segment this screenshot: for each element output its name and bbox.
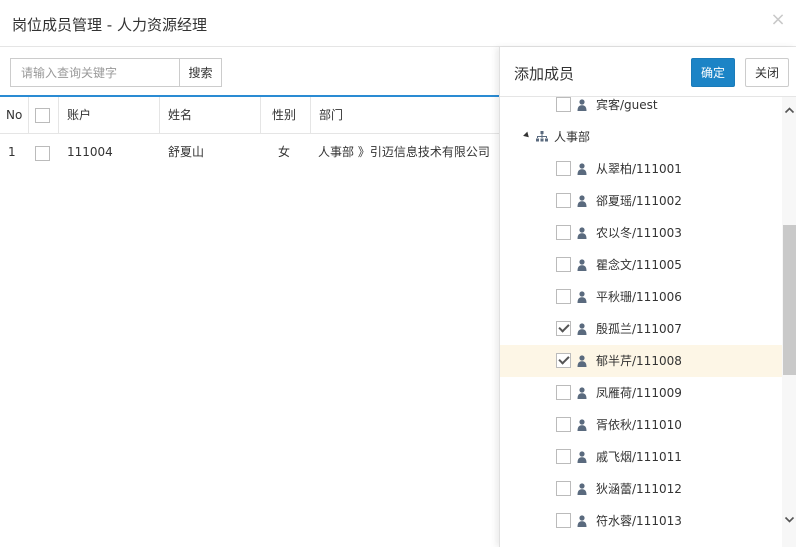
user-icon: [577, 515, 587, 527]
column-header-gender: 性别: [260, 97, 310, 134]
add-member-panel: 添加成员 确定 关闭 宾客/guest 人事部从翠柏/111001 郤夏瑶/1110…: [499, 47, 796, 547]
tree-user-node[interactable]: 从翠柏/111001: [500, 153, 782, 185]
user-icon: [577, 451, 587, 463]
search-input[interactable]: [10, 58, 179, 87]
search-button[interactable]: 搜索: [179, 58, 222, 87]
column-header-select: [28, 97, 58, 134]
row-department: 人事部 》引迈信息技术有限公司: [318, 145, 490, 159]
scrollbar-thumb[interactable]: [783, 225, 796, 375]
member-checkbox[interactable]: [556, 321, 571, 336]
member-checkbox[interactable]: [556, 193, 571, 208]
tree-user-node[interactable]: 宾客/guest: [500, 97, 782, 121]
row-checkbox-cell: [35, 135, 50, 171]
row-account: 111004: [67, 145, 113, 159]
member-checkbox[interactable]: [556, 385, 571, 400]
member-label: 戚飞烟/111011: [596, 450, 682, 464]
user-icon: [577, 355, 587, 367]
member-label: 从翠柏/111001: [596, 162, 682, 176]
user-icon: [577, 483, 587, 495]
member-checkbox[interactable]: [556, 225, 571, 240]
row-gender: 女: [278, 145, 291, 159]
member-checkbox[interactable]: [556, 417, 571, 432]
member-label: 瞿念文/111005: [596, 258, 682, 272]
member-label: 符水蓉/111013: [596, 514, 682, 528]
member-checkbox[interactable]: [556, 449, 571, 464]
member-label: 殷孤兰/111007: [596, 322, 682, 336]
tree-user-node[interactable]: 郁半芹/111008: [500, 345, 782, 377]
user-icon: [577, 291, 587, 303]
tree-user-node[interactable]: 凤雁荷/111009: [500, 377, 782, 409]
member-label: 凤雁荷/111009: [596, 386, 682, 400]
user-icon: [577, 387, 587, 399]
dialog-title: 岗位成员管理 - 人力资源经理: [12, 16, 207, 34]
tree-scrollbar[interactable]: [782, 97, 796, 547]
chevron-down-icon[interactable]: [784, 514, 795, 525]
member-checkbox[interactable]: [556, 97, 571, 112]
org-icon: [536, 131, 548, 142]
member-label: 胥依秋/111010: [596, 418, 682, 432]
member-label: 郁半芹/111008: [596, 354, 682, 368]
member-checkbox[interactable]: [556, 513, 571, 528]
caret-down-icon[interactable]: [523, 131, 531, 140]
confirm-button[interactable]: 确定: [691, 58, 735, 87]
member-tree: 宾客/guest 人事部从翠柏/111001 郤夏瑶/111002 农以冬/11100…: [500, 97, 782, 547]
user-icon: [577, 99, 587, 111]
column-header-department: 部门: [310, 97, 499, 134]
member-label: 平秋珊/111006: [596, 290, 682, 304]
select-all-checkbox[interactable]: [35, 108, 50, 123]
member-checkbox[interactable]: [556, 161, 571, 176]
row-name: 舒夏山: [168, 145, 205, 159]
member-checkbox[interactable]: [556, 353, 571, 368]
tree-department-node[interactable]: 人事部: [500, 121, 782, 153]
user-icon: [577, 163, 587, 175]
user-icon: [577, 195, 587, 207]
table-header: No 账户 姓名 性别 部门: [0, 97, 499, 134]
table-row[interactable]: 1 111004 舒夏山 女 人事部 》引迈信息技术有限公司: [0, 134, 499, 170]
column-header-account: 账户: [58, 97, 159, 134]
member-label: 宾客/guest: [596, 98, 658, 112]
dialog-title-bar: 岗位成员管理 - 人力资源经理 ×: [0, 0, 796, 47]
member-label: 农以冬/111003: [596, 226, 682, 240]
tree-user-node[interactable]: 戚飞烟/111011: [500, 441, 782, 473]
chevron-up-icon[interactable]: [784, 105, 795, 116]
column-header-no: No: [6, 108, 23, 122]
member-label: 狄涵蕾/111012: [596, 482, 682, 496]
member-checkbox[interactable]: [556, 289, 571, 304]
tree-user-node[interactable]: 狄涵蕾/111012: [500, 473, 782, 505]
tree-user-node[interactable]: 郤夏瑶/111002: [500, 185, 782, 217]
tree-user-node[interactable]: 农以冬/111003: [500, 217, 782, 249]
member-checkbox[interactable]: [556, 257, 571, 272]
tree-user-node[interactable]: 符水蓉/111013: [500, 505, 782, 537]
member-management-dialog: 岗位成员管理 - 人力资源经理 × 搜索 No 账户 姓名 性别 部门 1 11…: [0, 0, 796, 547]
member-checkbox[interactable]: [556, 481, 571, 496]
add-member-title: 添加成员: [514, 65, 575, 83]
close-icon[interactable]: ×: [770, 11, 786, 29]
tree-user-node[interactable]: 殷孤兰/111007: [500, 313, 782, 345]
row-checkbox[interactable]: [35, 146, 50, 161]
tree-user-node[interactable]: 瞿念文/111005: [500, 249, 782, 281]
department-label: 人事部: [554, 130, 591, 144]
user-icon: [577, 419, 587, 431]
tree-user-node[interactable]: 平秋珊/111006: [500, 281, 782, 313]
user-icon: [577, 259, 587, 271]
row-number: 1: [8, 145, 16, 159]
tree-user-node[interactable]: 胥依秋/111010: [500, 409, 782, 441]
user-icon: [577, 323, 587, 335]
user-icon: [577, 227, 587, 239]
add-member-header: 添加成员 确定 关闭: [500, 47, 796, 97]
member-label: 郤夏瑶/111002: [596, 194, 682, 208]
column-header-name: 姓名: [159, 97, 260, 134]
close-button[interactable]: 关闭: [745, 58, 789, 87]
